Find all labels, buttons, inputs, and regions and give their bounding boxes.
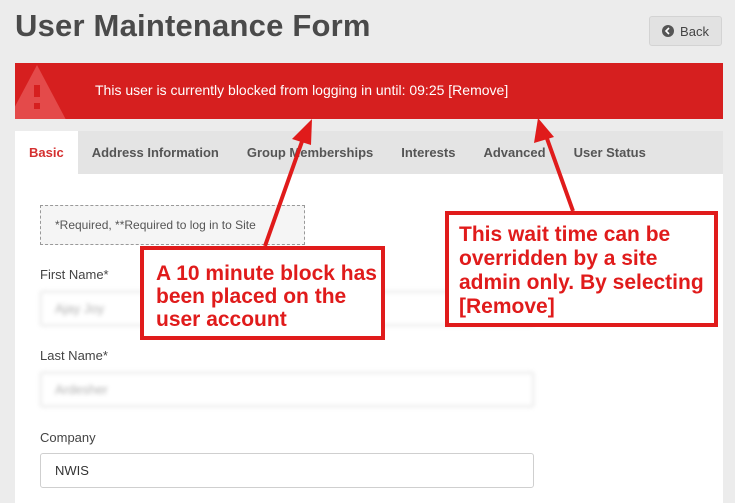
back-button-label: Back xyxy=(680,23,709,39)
tab-basic[interactable]: Basic xyxy=(15,131,78,174)
page-title: User Maintenance Form xyxy=(15,8,371,43)
back-button[interactable]: Back xyxy=(649,16,722,46)
tab-address-information[interactable]: Address Information xyxy=(78,131,233,174)
tab-group-memberships[interactable]: Group Memberships xyxy=(233,131,387,174)
alert-block-time: 09:25 xyxy=(409,82,445,98)
tab-user-status[interactable]: User Status xyxy=(560,131,660,174)
blocked-alert: This user is currently blocked from logg… xyxy=(15,63,723,119)
last-name-input[interactable] xyxy=(40,372,534,407)
tab-interests[interactable]: Interests xyxy=(387,131,469,174)
override-callout: This wait time can be overridden by a si… xyxy=(445,211,718,327)
tab-bar: Basic Address Information Group Membersh… xyxy=(15,131,723,174)
remove-block-link[interactable]: [Remove] xyxy=(448,82,508,98)
alert-text: This user is currently blocked from logg… xyxy=(95,82,508,98)
company-label: Company xyxy=(40,430,96,445)
first-name-label: First Name* xyxy=(40,267,109,282)
block-callout: A 10 minute block has been placed on the… xyxy=(140,246,385,340)
warning-triangle-icon xyxy=(15,65,66,119)
tab-advanced[interactable]: Advanced xyxy=(469,131,559,174)
company-input[interactable] xyxy=(40,453,534,488)
last-name-label: Last Name* xyxy=(40,348,108,363)
circle-arrow-left-icon xyxy=(662,25,675,37)
required-note: *Required, **Required to log in to Site xyxy=(40,205,305,245)
alert-message: This user is currently blocked from logg… xyxy=(95,82,406,98)
